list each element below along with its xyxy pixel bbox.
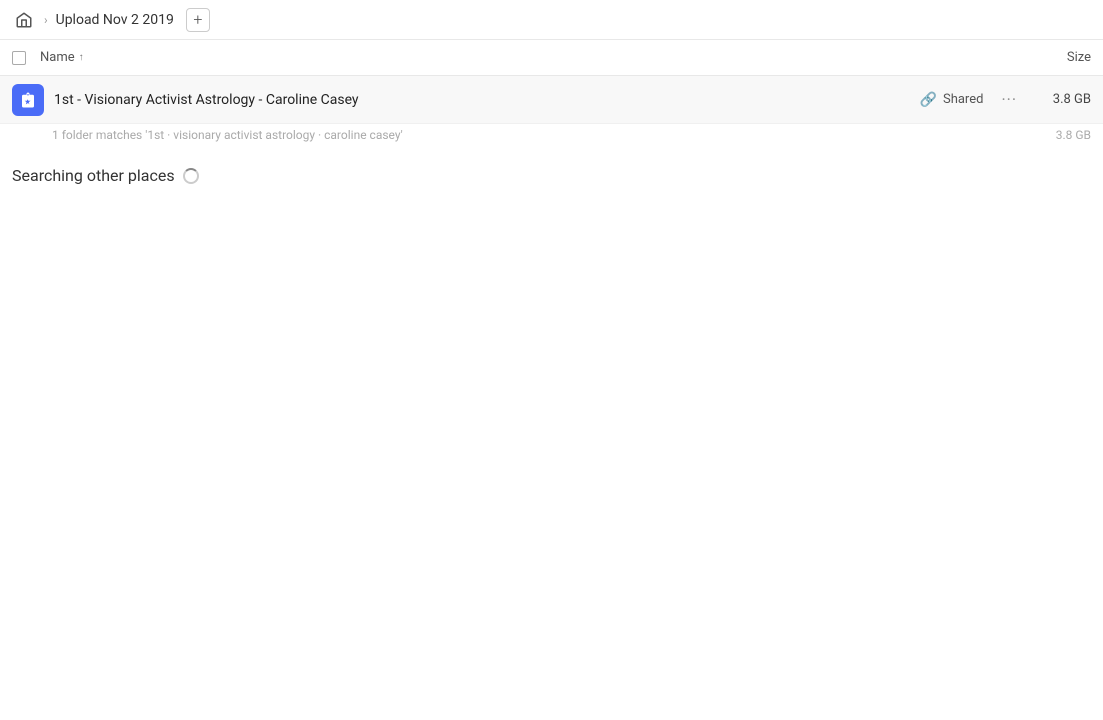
searching-section: Searching other places [0,146,1103,205]
match-text: 1 folder matches '1st · visionary activi… [52,128,403,142]
more-options-button[interactable]: ··· [995,86,1023,113]
home-button[interactable] [12,8,36,32]
file-size: 3.8 GB [1031,92,1091,107]
name-column-header[interactable]: Name ↑ [40,50,1011,65]
column-header: Name ↑ Size [0,40,1103,76]
add-button[interactable]: + [186,8,210,32]
loading-spinner [183,168,199,184]
link-icon: 🔗 [920,92,937,108]
sort-arrow-icon: ↑ [79,52,84,63]
shared-area: 🔗 Shared [920,92,984,108]
header-checkbox[interactable] [12,51,26,65]
match-line: 1 folder matches '1st · visionary activi… [0,124,1103,146]
searching-text: Searching other places [12,166,175,185]
file-name: 1st - Visionary Activist Astrology - Car… [54,92,920,108]
select-all-checkbox[interactable] [12,51,40,65]
size-column-header: Size [1011,50,1091,65]
match-size: 3.8 GB [1056,128,1091,142]
top-bar: › Upload Nov 2 2019 + [0,0,1103,40]
breadcrumb-title: Upload Nov 2 2019 [56,12,174,28]
file-row[interactable]: 1st - Visionary Activist Astrology - Car… [0,76,1103,124]
breadcrumb-separator: › [44,13,48,27]
shared-label: Shared [943,92,983,107]
file-type-icon [12,84,44,116]
